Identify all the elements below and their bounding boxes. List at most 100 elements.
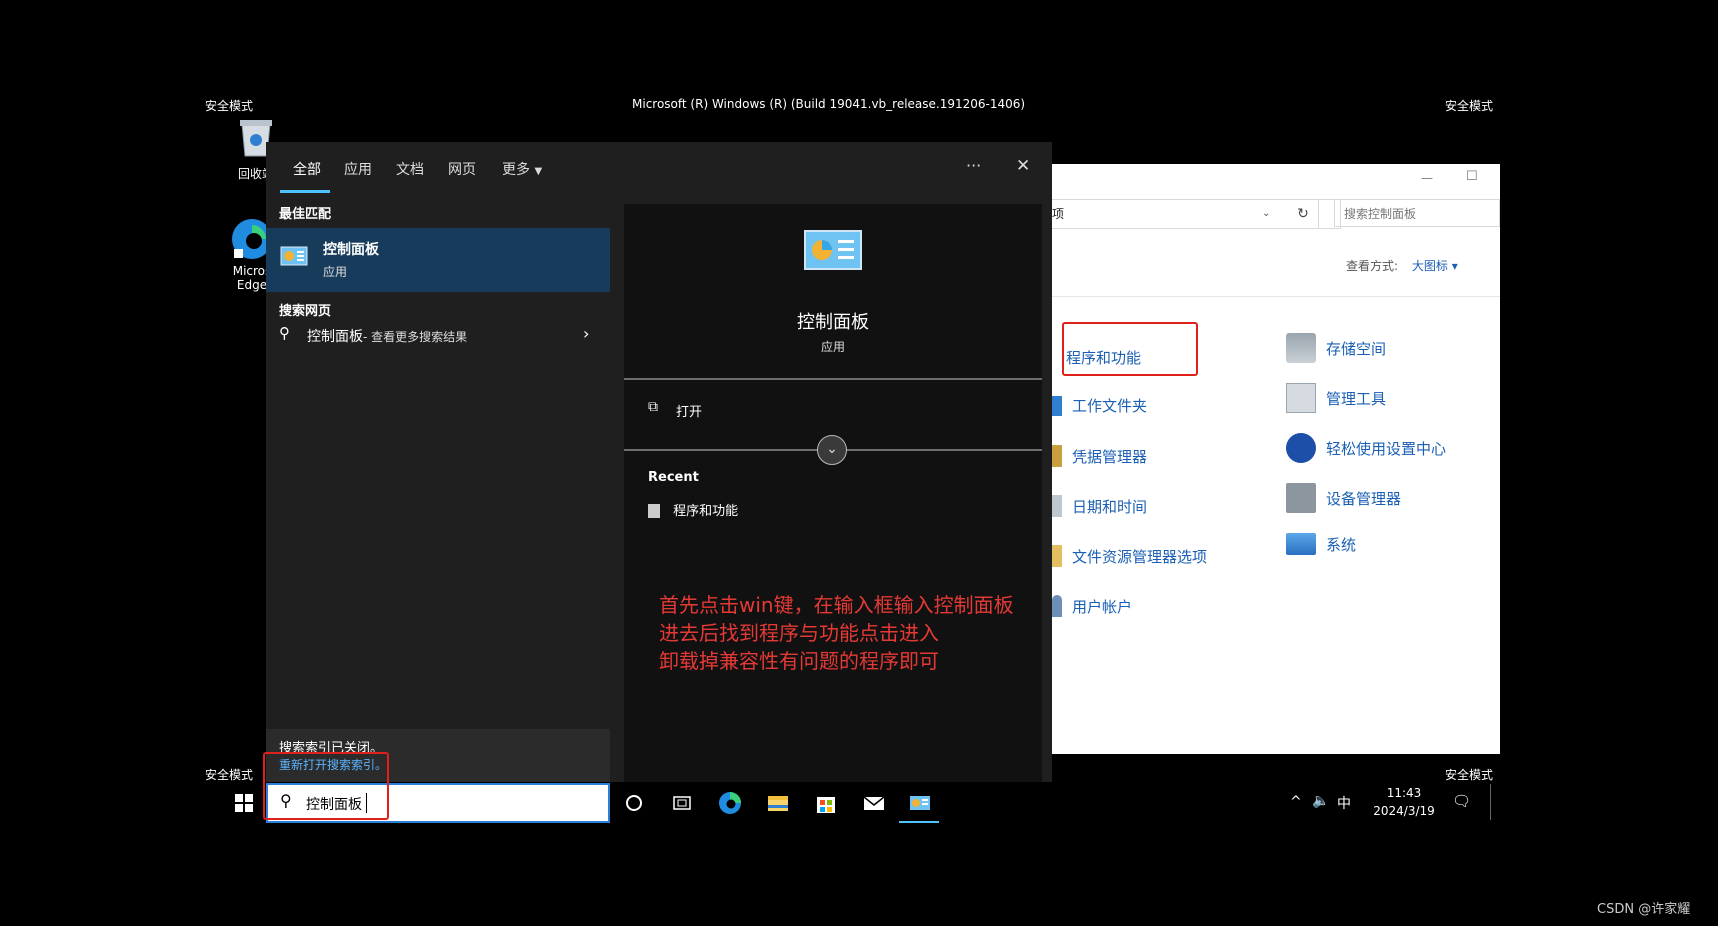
cp-item-ease-of-access[interactable]: 轻松使用设置中心 — [1286, 433, 1446, 463]
tab-more[interactable]: 更多 ▼ — [502, 159, 542, 179]
edge-icon — [719, 792, 741, 814]
control-panel-taskbar-button[interactable] — [908, 791, 932, 815]
cp-item-label: 凭据管理器 — [1072, 447, 1148, 466]
annotation-line-2: 进去后找到程序与功能点击进入 — [659, 621, 939, 645]
task-view-button[interactable] — [670, 791, 694, 815]
best-match-result[interactable]: 控制面板 应用 — [266, 228, 610, 292]
active-tab-indicator — [280, 190, 330, 193]
recent-item[interactable]: 程序和功能 — [648, 500, 738, 519]
cp-item-label: 日期和时间 — [1072, 497, 1148, 516]
cp-item-label: 用户帐户 — [1072, 597, 1133, 616]
accessibility-icon — [1286, 433, 1316, 463]
highlight-programs — [1062, 322, 1198, 376]
cp-item-work-folders[interactable]: 工作文件夹 — [1052, 395, 1147, 416]
web-search-heading: 搜索网页 — [279, 304, 332, 319]
chevron-down-icon[interactable]: ⌄ — [1262, 200, 1270, 228]
annotation-line-3: 卸载掉兼容性有问题的程序即可 — [659, 649, 939, 673]
search-tabs: 全部 应用 文档 网页 更多 ▼ ··· ✕ — [266, 142, 1052, 194]
cp-item-label: 文件资源管理器选项 — [1072, 547, 1208, 566]
recent-item-label: 程序和功能 — [673, 504, 739, 519]
cp-search-input[interactable]: 搜索控制面板 — [1334, 199, 1500, 227]
cortana-icon — [626, 795, 642, 811]
cp-item-user-accounts[interactable]: 用户帐户 — [1052, 595, 1132, 617]
web-search-result[interactable]: ⚲ 控制面板 - 查看更多搜索结果 › — [266, 320, 610, 350]
cp-item-label: 管理工具 — [1326, 389, 1387, 408]
address-text: 项 — [1052, 207, 1065, 221]
explorer-taskbar-button[interactable] — [766, 791, 790, 815]
web-suffix: - 查看更多搜索结果 — [363, 330, 468, 344]
highlight-search — [263, 752, 389, 820]
annotation-text: 首先点击win键，在输入框输入控制面板 进去后找到程序与功能点击进入 卸载掉兼容… — [659, 591, 1014, 675]
minimize-button[interactable]: — — [1421, 171, 1433, 185]
start-button[interactable] — [232, 791, 256, 815]
refresh-button[interactable]: ↻ — [1288, 199, 1319, 229]
expand-button[interactable]: ⌄ — [817, 435, 847, 465]
open-icon: ⧉ — [648, 399, 658, 415]
control-panel-icon — [910, 796, 930, 810]
admin-tools-icon — [1286, 383, 1316, 413]
control-panel-window: — ☐ 项 ⌄ ↻ 搜索控制面板 查看方式: 大图标 ▾ 程序和功能 工作文件夹… — [1050, 164, 1500, 754]
active-app-indicator — [899, 821, 939, 823]
web-query: 控制面板 — [307, 329, 363, 345]
cp-item-label: 工作文件夹 — [1072, 397, 1148, 415]
safe-mode-top-right: 安全模式 — [1445, 99, 1494, 113]
notification-icon[interactable]: 🗨 — [1452, 792, 1471, 810]
mail-icon — [863, 796, 885, 810]
search-icon: ⚲ — [279, 324, 290, 342]
store-taskbar-button[interactable] — [814, 791, 838, 815]
clock[interactable]: 11:43 2024/3/19 — [1364, 784, 1444, 820]
tray-chevron-button[interactable]: ^ — [1290, 794, 1302, 810]
tab-apps[interactable]: 应用 — [344, 159, 372, 179]
tab-web[interactable]: 网页 — [448, 159, 476, 179]
cp-item-label: 轻松使用设置中心 — [1326, 439, 1447, 458]
vault-icon — [1052, 445, 1062, 467]
best-match-name: 控制面板 — [323, 242, 379, 258]
clock-time: 11:43 — [1386, 786, 1422, 800]
view-by: 查看方式: 大图标 ▾ — [1346, 257, 1458, 274]
control-panel-large-icon — [804, 230, 862, 270]
ime-indicator[interactable]: 中 — [1337, 793, 1351, 813]
cp-item-datetime[interactable]: 日期和时间 — [1052, 495, 1147, 517]
preview-divider-1 — [624, 378, 1042, 380]
view-by-dropdown[interactable]: 大图标 ▾ — [1412, 259, 1458, 273]
cp-item-label: 系统 — [1326, 535, 1357, 554]
clock-date: 2024/3/19 — [1373, 804, 1435, 818]
preview-pane: 控制面板 应用 ⧉ 打开 ⌄ Recent 程序和功能 — [624, 204, 1042, 782]
control-panel-icon — [280, 246, 308, 266]
task-view-icon — [673, 796, 691, 810]
preview-name: 控制面板 — [797, 312, 869, 333]
cortana-button[interactable] — [622, 791, 646, 815]
annotation-line-1: 首先点击win键，在输入框输入控制面板 — [659, 593, 1014, 617]
tab-docs[interactable]: 文档 — [396, 159, 424, 179]
cp-item-system[interactable]: 系统 — [1286, 533, 1356, 555]
results-column: 最佳匹配 控制面板 应用 搜索网页 ⚲ 控制面板 - 查看更多搜索结果 › 搜索… — [266, 194, 610, 782]
cp-item-admin-tools[interactable]: 管理工具 — [1286, 383, 1386, 413]
tab-all[interactable]: 全部 — [293, 159, 321, 179]
cp-item-credentials[interactable]: 凭据管理器 — [1052, 445, 1147, 467]
chevron-down-icon: ⌄ — [826, 441, 838, 457]
watermark: CSDN @许家耀 — [1597, 902, 1691, 917]
folder-icon — [1052, 395, 1062, 416]
cp-separator — [1050, 296, 1500, 297]
volume-icon[interactable]: 🔈 — [1312, 793, 1329, 809]
cp-item-label: 存储空间 — [1326, 339, 1387, 358]
maximize-button[interactable]: ☐ — [1466, 169, 1478, 184]
view-by-label: 查看方式: — [1346, 259, 1399, 273]
mail-taskbar-button[interactable] — [862, 791, 886, 815]
windows-icon — [235, 794, 253, 812]
cp-item-storage[interactable]: 存储空间 — [1286, 333, 1386, 363]
storage-icon — [1286, 333, 1316, 363]
open-label: 打开 — [676, 405, 703, 420]
cp-titlebar: — ☐ — [1050, 164, 1500, 198]
cp-item-explorer-options[interactable]: 文件资源管理器选项 — [1052, 545, 1207, 567]
cp-item-device-manager[interactable]: 设备管理器 — [1286, 483, 1401, 513]
safe-mode-top-left: 安全模式 — [205, 99, 254, 113]
edge-taskbar-button[interactable] — [718, 791, 742, 815]
more-options-button[interactable]: ··· — [966, 156, 981, 175]
best-match-type: 应用 — [323, 265, 348, 279]
build-info: Microsoft (R) Windows (R) (Build 19041.v… — [632, 97, 1026, 111]
programs-icon — [648, 503, 660, 518]
close-button[interactable]: ✕ — [1016, 156, 1030, 176]
best-match-heading: 最佳匹配 — [279, 207, 332, 222]
open-action[interactable]: ⧉ 打开 — [624, 390, 1042, 430]
